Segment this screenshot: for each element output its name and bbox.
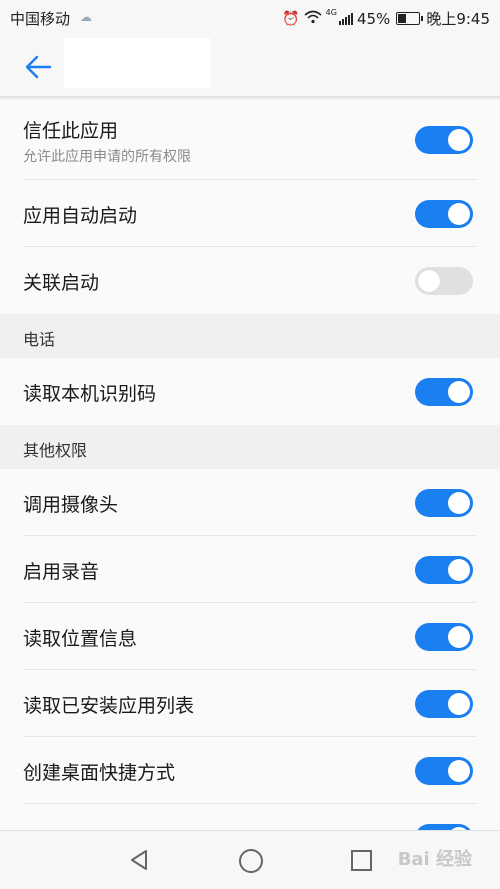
toggle-record-audio[interactable] <box>415 556 473 584</box>
setting-label: 读取已安装应用列表 <box>23 695 195 717</box>
section-title: 其他权限 <box>23 441 88 460</box>
setting-label: 应用自动启动 <box>23 205 138 227</box>
setting-auto-start[interactable]: 应用自动启动 <box>0 180 500 247</box>
setting-label: 读取位置信息 <box>23 628 138 650</box>
setting-camera[interactable]: 调用摄像头 <box>0 469 500 536</box>
toggle-read-device-id[interactable] <box>415 378 473 406</box>
signal-icon <box>338 12 353 25</box>
nav-back-icon[interactable] <box>128 849 150 875</box>
nav-home-icon[interactable] <box>239 849 263 873</box>
setting-read-device-id[interactable]: 读取本机识别码 <box>0 358 500 425</box>
navigation-bar: Bai 经验 <box>0 830 500 889</box>
alarm-icon: ⏰ <box>282 10 300 27</box>
setting-label: 调用摄像头 <box>23 494 119 516</box>
toggle-trust-app[interactable] <box>415 126 473 154</box>
setting-trust-app[interactable]: 信任此应用 允许此应用申请的所有权限 <box>0 100 500 180</box>
setting-label: 信任此应用 <box>23 120 119 142</box>
setting-record-audio[interactable]: 启用录音 <box>0 536 500 603</box>
setting-installed-apps[interactable]: 读取已安装应用列表 <box>0 670 500 737</box>
setting-location[interactable]: 读取位置信息 <box>0 603 500 670</box>
setting-label: 读取本机识别码 <box>23 383 157 405</box>
network-type: 4G <box>325 8 337 17</box>
clock: 晚上9:45 <box>426 10 490 28</box>
setting-label: 启用录音 <box>23 561 100 583</box>
carrier-name: 中国移动 <box>10 10 71 28</box>
cloud-icon: ☁ <box>80 10 92 24</box>
setting-description: 允许此应用申请的所有权限 <box>23 149 191 165</box>
wifi-icon <box>304 10 322 28</box>
battery-percent: 45% <box>356 9 391 28</box>
toggle-installed-apps[interactable] <box>415 690 473 718</box>
setting-desktop-shortcut[interactable]: 创建桌面快捷方式 <box>0 737 500 804</box>
battery-icon <box>396 12 424 25</box>
section-header-other: 其他权限 <box>0 425 500 469</box>
section-header-phone: 电话 <box>0 314 500 358</box>
toggle-camera[interactable] <box>415 489 473 517</box>
title-redaction <box>64 38 210 88</box>
toggle-desktop-shortcut[interactable] <box>415 757 473 785</box>
toggle-location[interactable] <box>415 623 473 651</box>
status-bar: 中国移动 ☁ ⏰ 4G 45% 晚上9:45 <box>0 0 500 34</box>
nav-recents-icon[interactable] <box>351 850 372 871</box>
setting-label: 关联启动 <box>23 272 100 294</box>
setting-label: 创建桌面快捷方式 <box>23 762 176 784</box>
arrow-left-icon[interactable] <box>22 50 56 84</box>
section-title: 电话 <box>23 330 56 349</box>
setting-associated-start[interactable]: 关联启动 <box>0 247 500 314</box>
watermark-logo: Bai 经验 <box>397 849 472 870</box>
status-right: ⏰ 4G 45% 晚上9:45 <box>282 8 490 29</box>
toggle-associated-start[interactable] <box>415 267 473 295</box>
permission-list: 信任此应用 允许此应用申请的所有权限 应用自动启动 关联启动 电话 读取本机识别… <box>0 100 500 871</box>
toggle-auto-start[interactable] <box>415 200 473 228</box>
